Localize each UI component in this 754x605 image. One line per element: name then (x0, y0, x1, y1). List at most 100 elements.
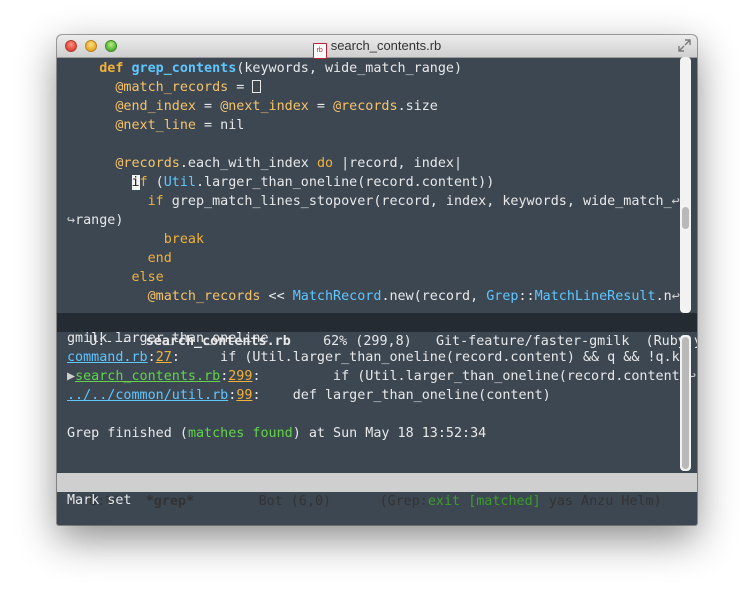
empty-array-brackets (252, 80, 262, 93)
code-line[interactable]: end (67, 249, 172, 268)
modeline-exit: exit (427, 494, 461, 509)
modeline-grep-mode: (Grep: (379, 494, 428, 509)
code-line[interactable]: break (67, 230, 204, 249)
grep-token[interactable]: 99 (236, 388, 252, 403)
code-token: MatchRecord (292, 289, 382, 304)
code-token: @end_index (115, 99, 196, 114)
grep-token: gmilk larger_than_oneline (67, 331, 269, 346)
code-token: else (131, 270, 164, 285)
editor-scrollbar[interactable] (680, 57, 691, 313)
code-token: @next_line (115, 118, 196, 133)
code-line[interactable]: @match_records = (67, 78, 262, 97)
modeline-minor-modes: yas Anzu Helm) (548, 494, 662, 509)
grep-token[interactable]: search_contents.rb (75, 369, 220, 384)
modeline-bottom: U:%*- *grep* Bot (6,0) (Grep:exit [match… (57, 473, 697, 509)
code-line[interactable]: @next_line = nil (67, 116, 244, 135)
code-token: if (147, 194, 164, 209)
wrap-arrow-icon: ▶ (67, 369, 76, 384)
fullscreen-icon[interactable] (678, 39, 691, 52)
code-line[interactable]: @records.each_with_index do |record, ind… (67, 154, 462, 173)
code-line[interactable]: @match_records << MatchRecord.new(record… (67, 287, 680, 306)
code-token: = (196, 99, 221, 114)
window-title: rb search_contents.rb (57, 38, 697, 59)
code-token: break (163, 232, 205, 247)
code-token: .each_with_index (179, 156, 317, 171)
code-token: .n (655, 289, 672, 304)
grep-line[interactable]: Grep finished (matches found) at Sun May… (67, 424, 486, 443)
code-line[interactable]: if grep_match_lines_stopover(record, ind… (67, 192, 680, 211)
code-token: @records (115, 156, 180, 171)
title-bar: rb search_contents.rb (57, 35, 697, 59)
grep-token: : (147, 350, 156, 365)
grep-token[interactable]: 299 (228, 369, 252, 384)
wrap-arrow-icon: ↪ (67, 213, 76, 228)
code-token: Grep (486, 289, 519, 304)
modeline-buffer: *grep* (145, 494, 195, 509)
grep-scrollbar-thumb[interactable] (682, 337, 689, 469)
ruby-file-icon: rb (312, 43, 327, 59)
text-cursor: i (131, 175, 140, 190)
code-token: .new(record, (381, 289, 487, 304)
code-token: @records (333, 99, 398, 114)
code-token: = (308, 99, 334, 114)
modeline-matched: [matched] (468, 494, 541, 509)
code-line[interactable]: ↪range) (67, 211, 123, 230)
modeline-vc: Git-feature/faster-gmilk (435, 334, 630, 349)
code-token: << (260, 289, 293, 304)
grep-token: matches found (187, 426, 293, 441)
grep-line[interactable]: command.rb:27: if (Util.larger_than_onel… (67, 348, 688, 367)
grep-line[interactable]: ../../common/util.rb:99: def larger_than… (67, 386, 551, 405)
modeline-position: Bot (6,0) (258, 494, 332, 509)
window-title-text: search_contents.rb (330, 38, 442, 53)
editor-scrollbar-thumb[interactable] (682, 207, 689, 229)
grep-line[interactable]: gmilk larger_than_oneline (67, 329, 269, 348)
code-token: @match_records (147, 289, 261, 304)
code-token: f (139, 175, 148, 190)
code-token: .size (397, 99, 438, 114)
code-token: grep_contents (131, 61, 237, 76)
grep-token[interactable]: ../../common/util.rb (67, 388, 228, 403)
code-line[interactable]: def grep_contents(keywords, wide_match_r… (67, 59, 462, 78)
grep-token: if (Util.larger_than_oneline(record.cont… (260, 369, 688, 384)
code-token: MatchLineResult (534, 289, 656, 304)
code-token: end (147, 251, 172, 266)
minibuffer[interactable]: Mark set (67, 491, 132, 510)
code-line[interactable]: if (Util.larger_than_oneline(record.cont… (67, 173, 494, 192)
code-token: def (99, 61, 124, 76)
code-token: :: (518, 289, 535, 304)
code-token: = nil (196, 118, 245, 133)
grep-token: Grep finished ( (67, 426, 188, 441)
grep-token[interactable]: command.rb (67, 350, 148, 365)
grep-token[interactable]: 27 (156, 350, 172, 365)
code-line[interactable]: @end_index = @next_index = @records.size (67, 97, 438, 116)
code-token: ( (147, 175, 164, 190)
code-line[interactable]: else (67, 268, 164, 287)
code-token: @match_records (115, 80, 229, 95)
grep-scrollbar[interactable] (680, 335, 691, 471)
code-token: |record, index| (333, 156, 463, 171)
grep-token: def larger_than_oneline(content) (260, 388, 551, 403)
code-token: @next_index (220, 99, 309, 114)
wrap-arrow-icon: ↩ (671, 194, 680, 209)
code-token: do (316, 156, 334, 171)
wrap-arrow-icon: ↩ (671, 289, 680, 304)
grep-token: ) at Sun May 18 13:52:34 (292, 426, 487, 441)
code-token: (keywords, wide_match_range) (236, 61, 463, 76)
code-token: = (228, 80, 253, 95)
code-token: range) (75, 213, 124, 228)
code-token: grep_match_lines_stopover(record, index,… (163, 194, 672, 209)
code-token: Util (163, 175, 196, 190)
grep-line[interactable]: ▶search_contents.rb:299: if (Util.larger… (67, 367, 696, 386)
grep-token: : (252, 388, 261, 403)
